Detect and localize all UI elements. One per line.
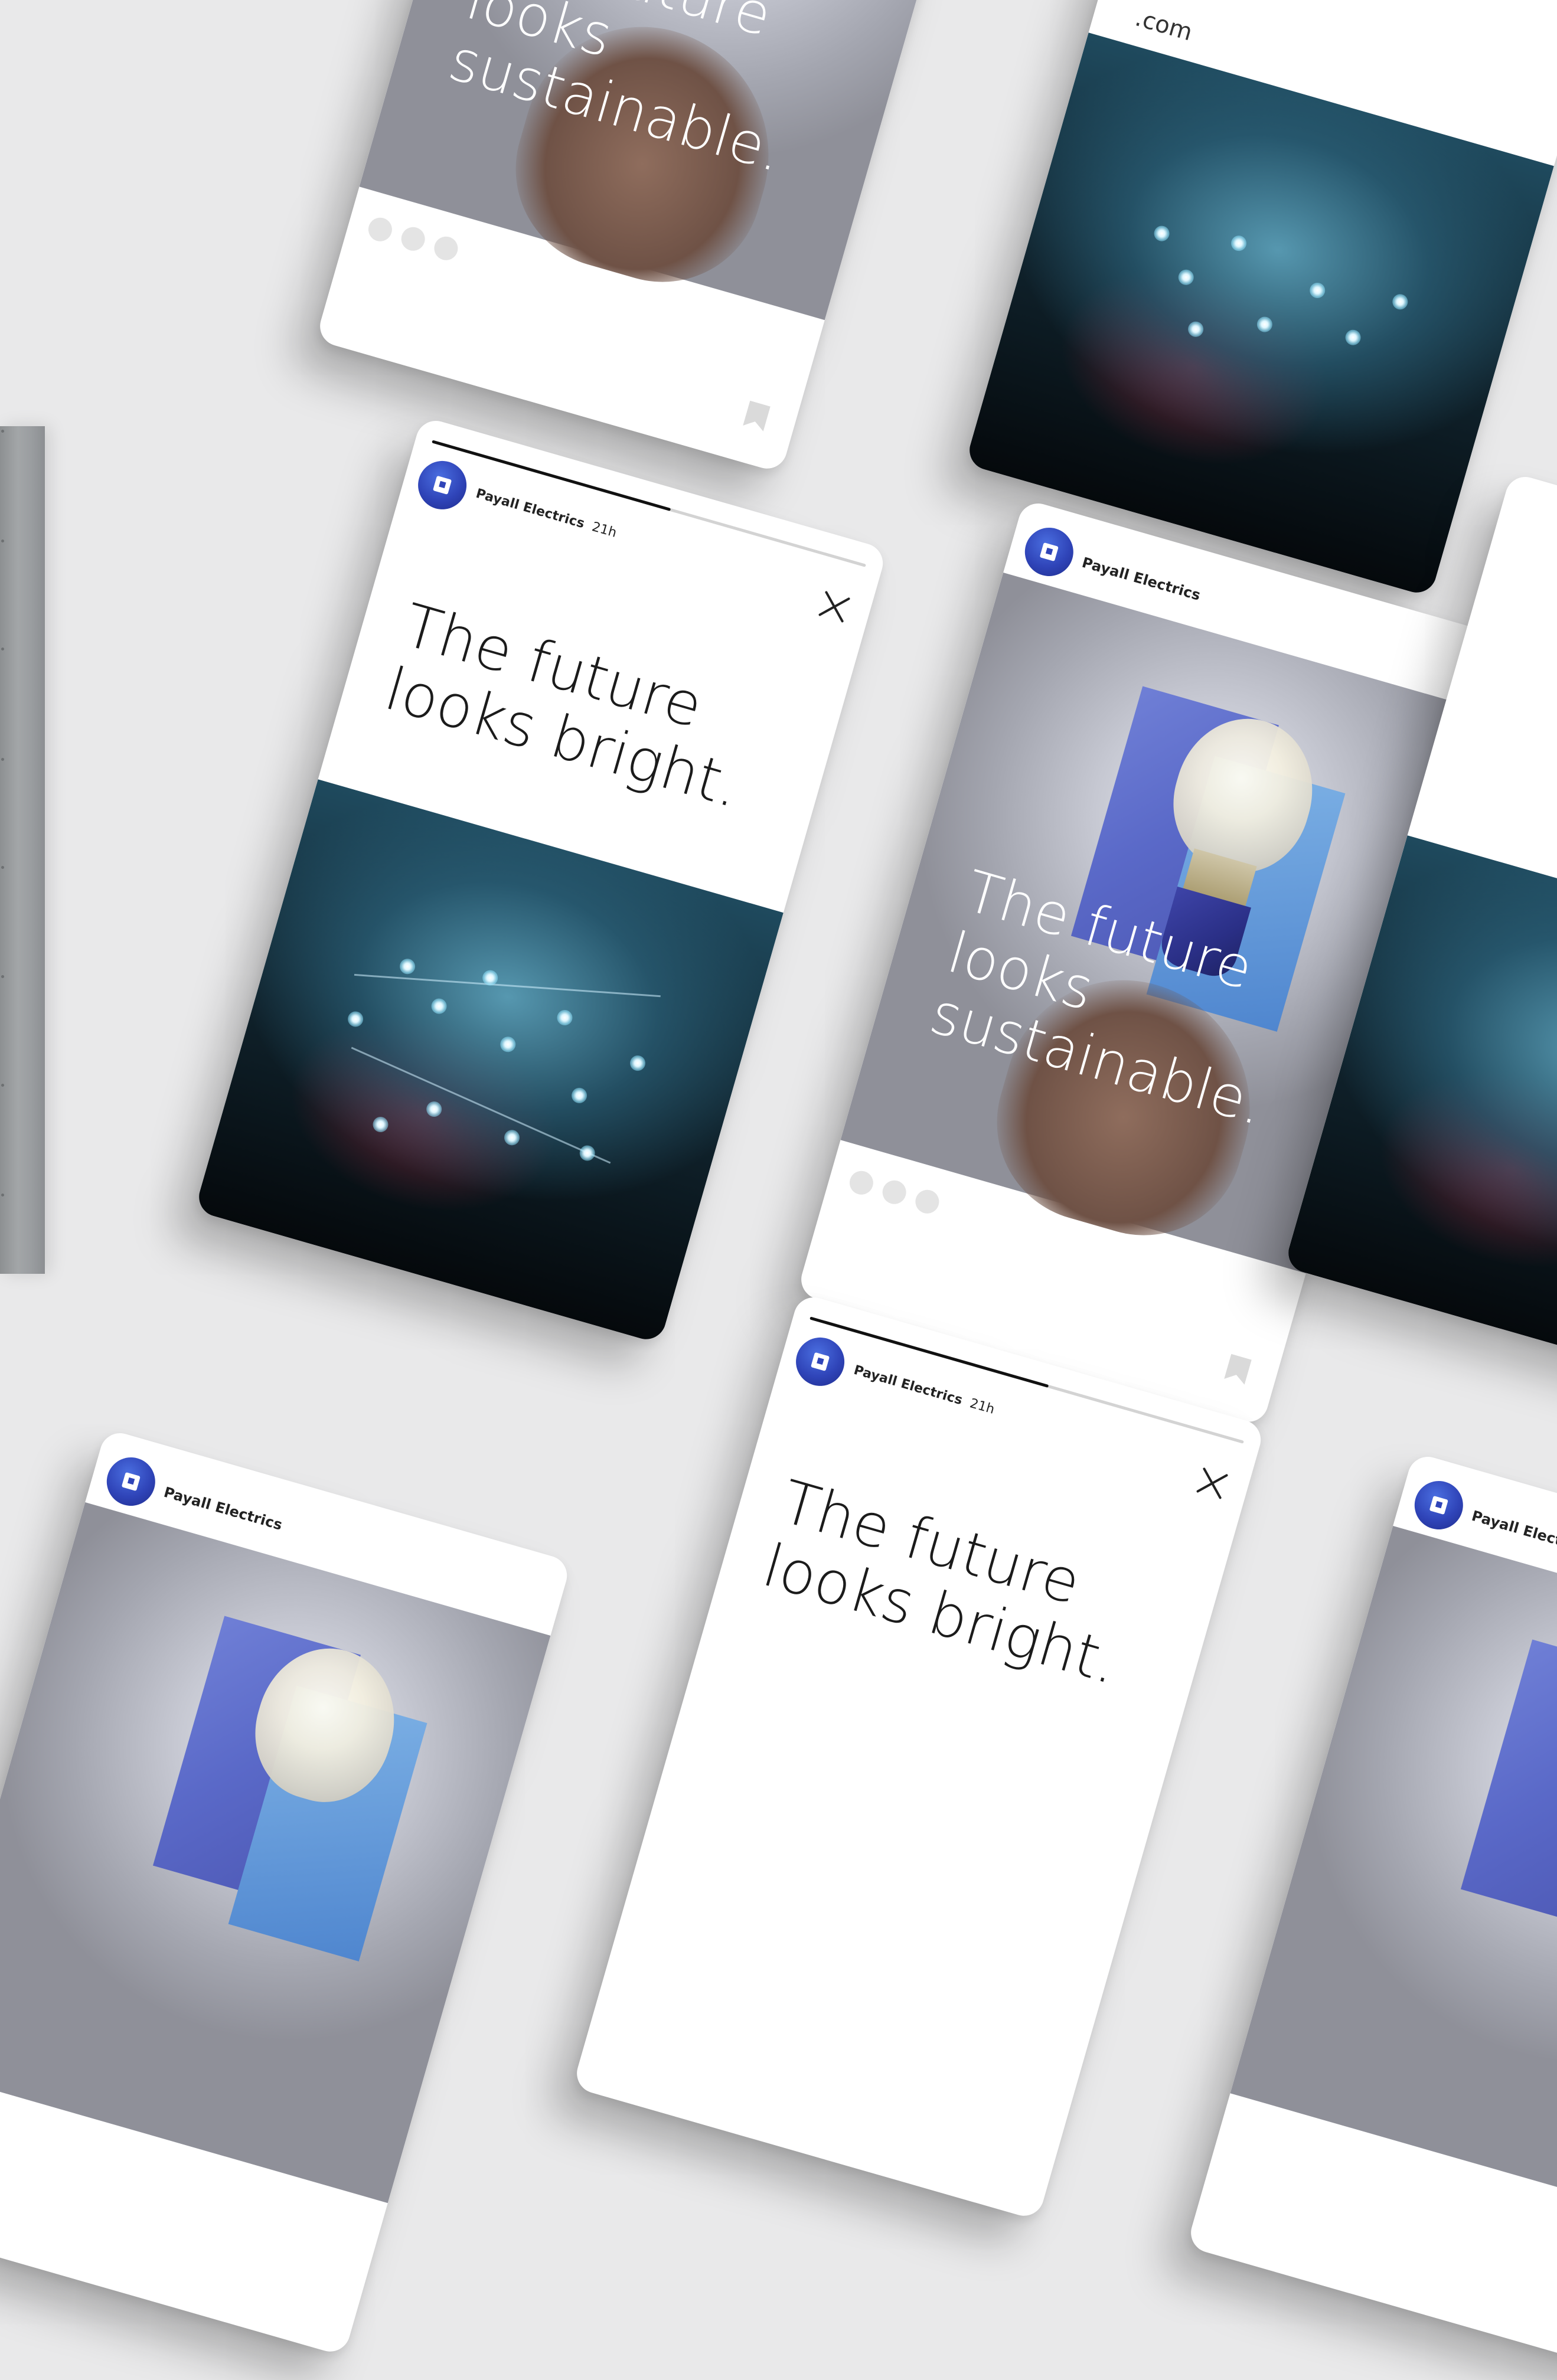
close-icon[interactable]	[815, 588, 853, 626]
mockup-stage: The future looks sustainable. .com Payal…	[0, 0, 1557, 2380]
carousel-dots[interactable]	[365, 215, 461, 263]
feed-meta: Payall Electrics	[1080, 554, 1203, 604]
story-card-bottom: Payall Electrics 21h The future looks bri…	[572, 1293, 1266, 2221]
story-card-main: Payall Electrics 21h The future looks bri…	[194, 416, 888, 1344]
lights-photo	[194, 779, 784, 1344]
feed-photo: The future looks sustainable.	[359, 0, 988, 321]
feed-card-bottom-right: Payall Electrics	[1186, 1452, 1557, 2380]
story-headline: The future looks bright.	[378, 590, 749, 821]
story-headline: The future looks bright.	[756, 1467, 1127, 1698]
avatar-logo-icon[interactable]	[101, 1451, 161, 1512]
story-meta: Payall Electrics 21h	[474, 486, 619, 541]
bookmark-icon[interactable]	[743, 401, 771, 431]
feed-meta: Payall Electrics	[162, 1483, 285, 1534]
feed-card-bottom-left: Payall Electrics	[0, 1428, 572, 2356]
avatar-logo-icon[interactable]	[1019, 522, 1079, 582]
feed-photo	[1230, 1525, 1557, 2227]
close-icon[interactable]	[1193, 1464, 1231, 1502]
story-url[interactable]: .com	[1132, 4, 1195, 46]
feed-card-top: The future looks sustainable.	[315, 0, 1009, 473]
feed-photo	[0, 1502, 551, 2204]
bookmark-icon[interactable]	[1224, 1354, 1252, 1385]
carousel-dots[interactable]	[847, 1168, 942, 1217]
avatar-logo-icon[interactable]	[412, 455, 472, 515]
avatar-logo-icon[interactable]	[790, 1332, 850, 1392]
story-meta: Payall Electrics 21h	[852, 1362, 997, 1417]
feed-meta: Payall Electrics	[1470, 1507, 1557, 1557]
avatar-logo-icon[interactable]	[1409, 1475, 1469, 1535]
